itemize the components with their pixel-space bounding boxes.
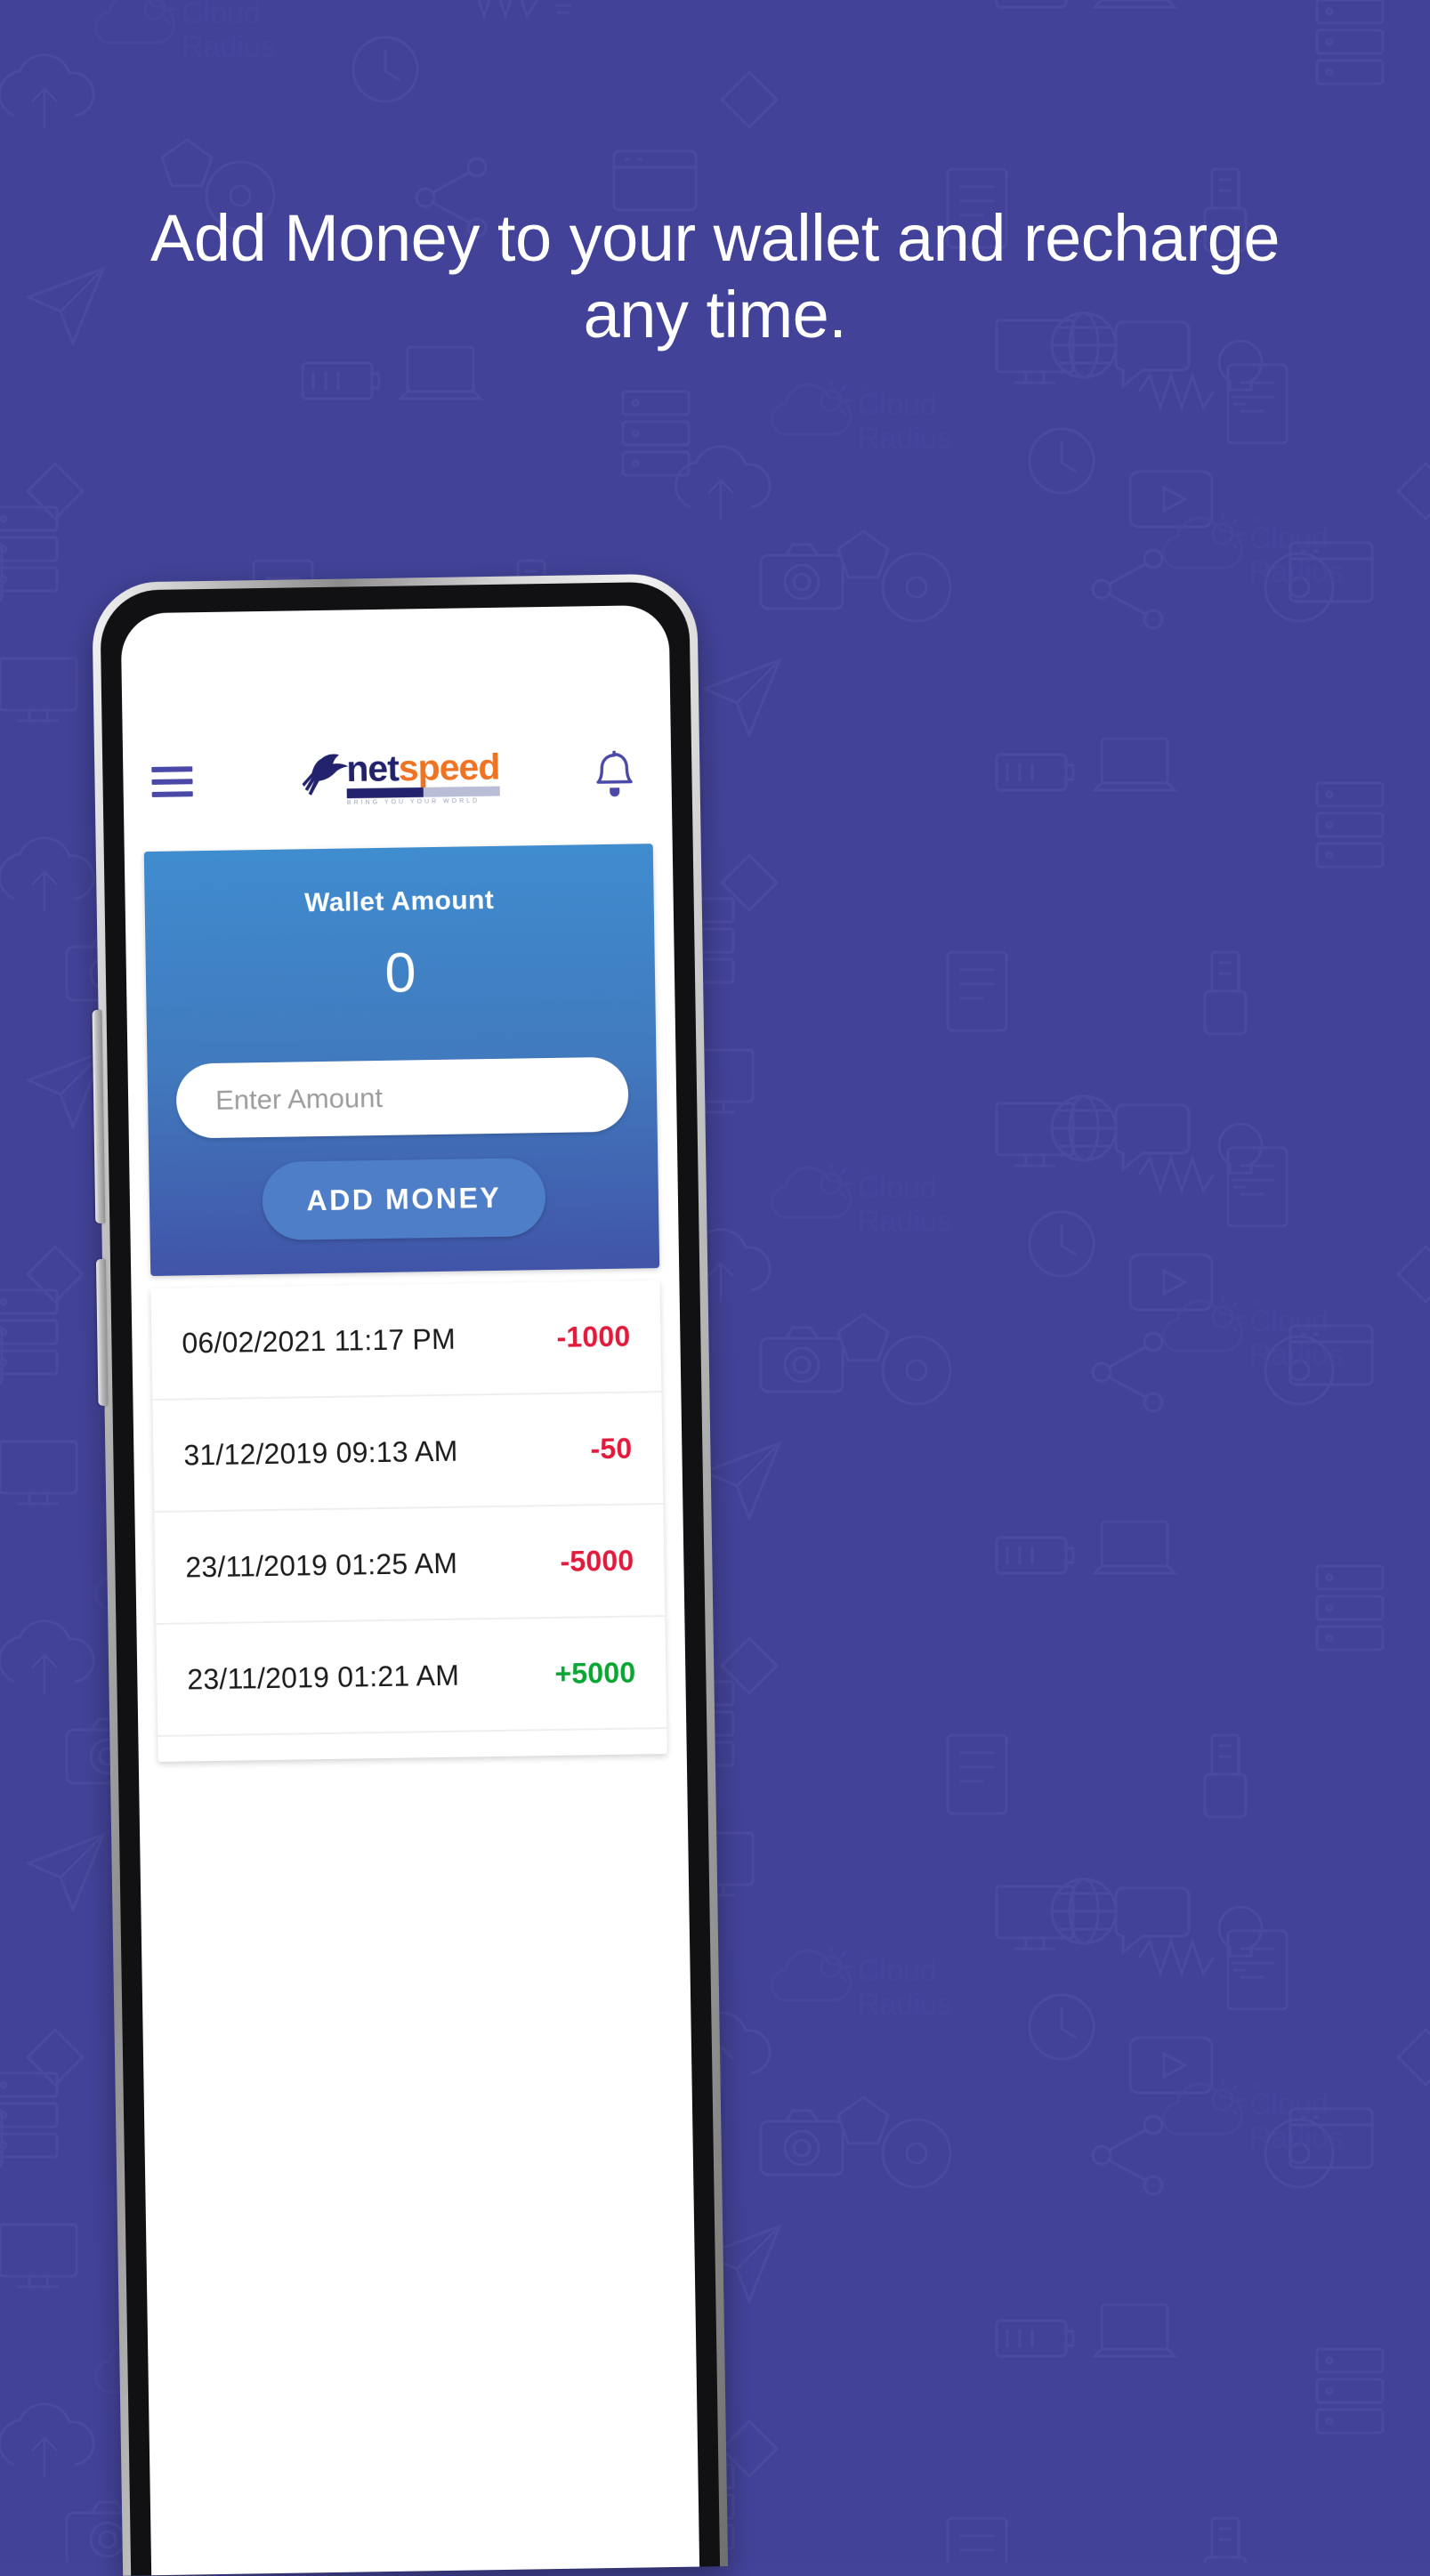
app-header: netspeed BRING YOU YOUR WORLD	[122, 720, 673, 836]
transaction-list: 06/02/2021 11:17 PM -1000 31/12/2019 09:13…	[150, 1280, 667, 1762]
menu-bar-3	[151, 791, 193, 797]
logo-word-primary: net	[345, 747, 400, 790]
hamburger-menu-icon[interactable]	[151, 756, 202, 807]
transaction-row[interactable]: 31/12/2019 09:13 AM -50	[152, 1393, 664, 1514]
transaction-date: 06/02/2021 11:17 PM	[182, 1322, 456, 1360]
bird-icon	[302, 754, 349, 795]
wallet-amount-value: 0	[384, 941, 416, 1005]
menu-bar-2	[151, 779, 193, 785]
transaction-row[interactable]: 06/02/2021 11:17 PM -1000	[150, 1280, 662, 1401]
logo-subtitle	[346, 787, 424, 798]
phone-screen: netspeed BRING YOU YOUR WORLD Wallet Amo…	[120, 604, 700, 2576]
transaction-row[interactable]: 23/11/2019 01:25 AM -5000	[154, 1505, 666, 1626]
add-money-button[interactable]: ADD MONEY	[262, 1158, 546, 1241]
transaction-date: 23/11/2019 01:21 AM	[187, 1659, 460, 1695]
logo-tagline: BRING YOU YOUR WORLD	[346, 797, 481, 806]
promo-headline: Add Money to your wallet and recharge an…	[149, 201, 1281, 351]
amount-input[interactable]	[175, 1056, 629, 1139]
transaction-date: 23/11/2019 01:25 AM	[185, 1546, 458, 1583]
transaction-amount: -50	[590, 1432, 633, 1465]
logo-word-secondary: speed	[398, 746, 500, 789]
transaction-date: 31/12/2019 09:13 AM	[183, 1434, 458, 1471]
transaction-row[interactable]: 23/11/2019 01:21 AM +5000	[156, 1617, 667, 1737]
logo-subtitle-bar	[423, 786, 500, 797]
phone-mockup: netspeed BRING YOU YOUR WORLD Wallet Amo…	[92, 573, 729, 2576]
wallet-amount-label: Wallet Amount	[303, 884, 495, 918]
phone-bezel: netspeed BRING YOU YOUR WORLD Wallet Amo…	[100, 581, 721, 2576]
menu-bar-1	[151, 766, 193, 772]
transaction-amount: -5000	[560, 1544, 634, 1578]
wallet-card: Wallet Amount 0 ADD MONEY	[143, 844, 660, 1277]
transaction-amount: -1000	[556, 1320, 631, 1353]
bell-icon[interactable]	[586, 746, 643, 803]
transaction-amount: +5000	[554, 1656, 636, 1690]
